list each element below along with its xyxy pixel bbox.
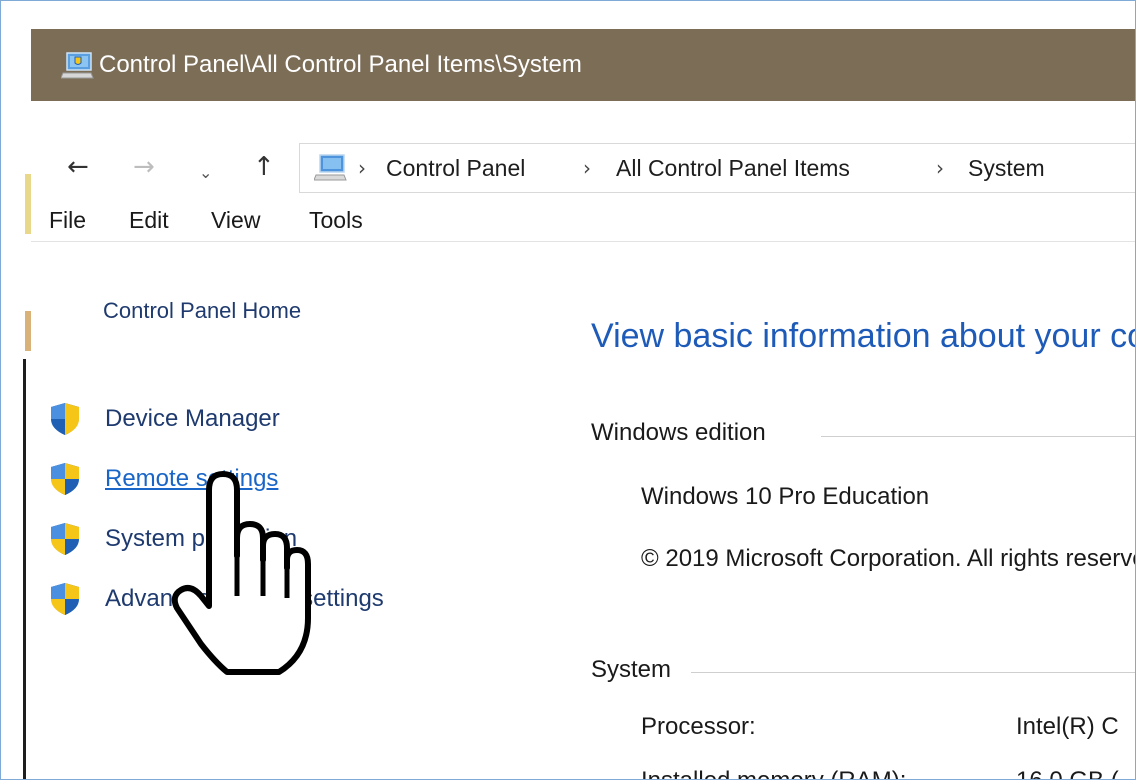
copyright-text: © 2019 Microsoft Corporation. All rights… <box>641 545 1136 572</box>
breadcrumb-all-items[interactable]: All Control Panel Items <box>616 152 850 184</box>
uac-shield-icon <box>51 523 79 555</box>
menu-edit[interactable]: Edit <box>129 203 169 237</box>
arrow-right-icon[interactable]: → <box>133 153 155 181</box>
menu-tools[interactable]: Tools <box>309 203 363 237</box>
content-area: Control Panel Home Device Manager Remote… <box>31 242 1136 779</box>
section-label-system: System <box>591 655 678 685</box>
computer-shield-icon <box>61 52 94 79</box>
menu-view[interactable]: View <box>211 203 260 237</box>
arrow-up-icon[interactable]: ↑ <box>253 153 275 181</box>
computer-icon <box>314 154 347 181</box>
ram-label: Installed memory (RAM): <box>641 766 906 779</box>
address-bar[interactable]: › Control Panel › All Control Panel Item… <box>299 143 1135 193</box>
uac-shield-icon <box>51 583 79 615</box>
menu-bar: File Edit View Tools <box>31 201 1135 242</box>
arrow-left-icon[interactable]: ← <box>67 153 89 181</box>
window-title: Control Panel\All Control Panel Items\Sy… <box>99 51 582 78</box>
menu-file[interactable]: File <box>49 203 86 237</box>
system-window: Control Panel\All Control Panel Items\Sy… <box>31 29 1136 779</box>
uac-shield-icon <box>51 463 79 495</box>
navigation-bar: ← → ⌄ ↑ › Control Panel › All Control Pa… <box>31 101 1135 211</box>
control-panel-home-link[interactable]: Control Panel Home <box>103 298 301 324</box>
breadcrumb-separator: › <box>358 156 366 180</box>
sidebar-item-label: Device Manager <box>105 405 280 432</box>
processor-value: Intel(R) C <box>1016 713 1119 740</box>
windows-edition-value: Windows 10 Pro Education <box>641 483 930 510</box>
background-window-edge <box>19 29 31 779</box>
divider <box>821 436 1135 437</box>
breadcrumb-system[interactable]: System <box>968 152 1045 184</box>
ram-value: 16.0 GB ( <box>1016 766 1119 779</box>
section-label-windows-edition: Windows edition <box>591 418 772 448</box>
breadcrumb-separator: › <box>583 156 591 180</box>
hand-pointer-icon <box>171 471 311 675</box>
breadcrumb-control-panel[interactable]: Control Panel <box>386 152 525 184</box>
processor-label: Processor: <box>641 713 756 740</box>
page-title: View basic information about your comput… <box>591 317 1135 355</box>
screenshot-frame: Control Panel\All Control Panel Items\Sy… <box>0 0 1136 780</box>
divider <box>691 672 1135 673</box>
title-bar: Control Panel\All Control Panel Items\Sy… <box>31 29 1135 101</box>
chevron-down-icon[interactable]: ⌄ <box>199 159 212 187</box>
breadcrumb-separator: › <box>936 156 944 180</box>
uac-shield-icon <box>51 403 79 435</box>
